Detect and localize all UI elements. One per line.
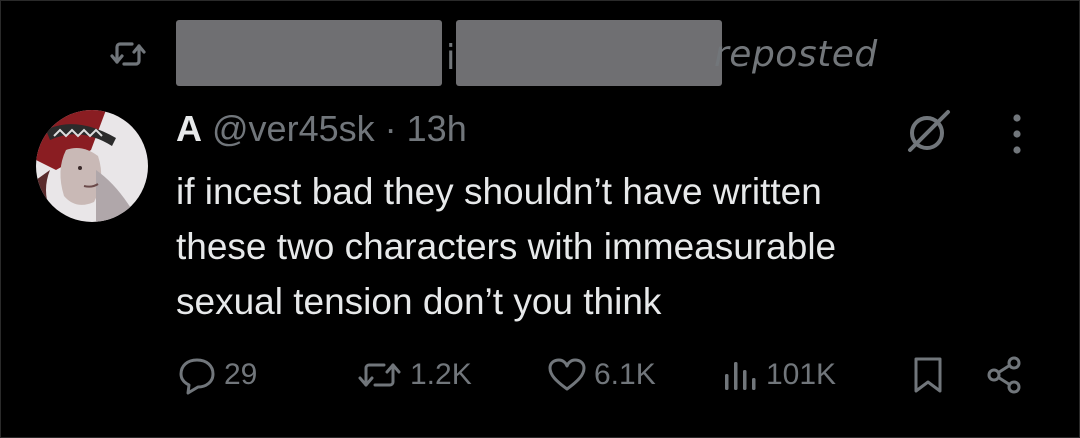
views-icon (725, 362, 756, 390)
repost-action-icon (358, 363, 401, 387)
bookmark-icon (914, 357, 942, 393)
reply-button[interactable]: 29 (176, 345, 257, 405)
post-text: if incest bad they shouldn’t have writte… (176, 171, 837, 322)
heart-icon (548, 358, 586, 391)
bookmark-button[interactable] (908, 345, 948, 405)
share-icon (987, 356, 1021, 394)
repost-count: 1.2K (410, 358, 472, 391)
reply-icon (179, 358, 215, 395)
user-handle[interactable]: @ver45sk (212, 108, 375, 149)
repost-context: i reposted (108, 20, 1008, 94)
share-button[interactable] (984, 345, 1026, 405)
post-header: A @ver45sk · 13h (176, 108, 467, 150)
separator-dot: · (384, 108, 397, 149)
post-time[interactable]: 13h (407, 108, 467, 149)
avatar[interactable] (36, 110, 148, 222)
more-icon[interactable] (1008, 112, 1026, 156)
like-count: 6.1K (594, 358, 656, 391)
repost-icon (110, 42, 146, 66)
redacted-handle-block (456, 20, 722, 86)
view-count: 101K (766, 358, 837, 391)
avatar-image (36, 110, 148, 222)
repost-label[interactable]: reposted (714, 34, 878, 75)
views-button[interactable]: 101K (720, 345, 836, 405)
grok-icon[interactable] (902, 106, 954, 158)
reply-count: 29 (224, 358, 258, 391)
display-name[interactable]: A (176, 108, 202, 149)
like-button[interactable]: 6.1K (546, 345, 656, 405)
redacted-sliver-text: i (446, 38, 456, 78)
redacted-name-block (176, 20, 442, 86)
repost-button[interactable]: 1.2K (356, 345, 472, 405)
action-bar: 29 1.2K 6.1K 101K (0, 345, 1080, 405)
